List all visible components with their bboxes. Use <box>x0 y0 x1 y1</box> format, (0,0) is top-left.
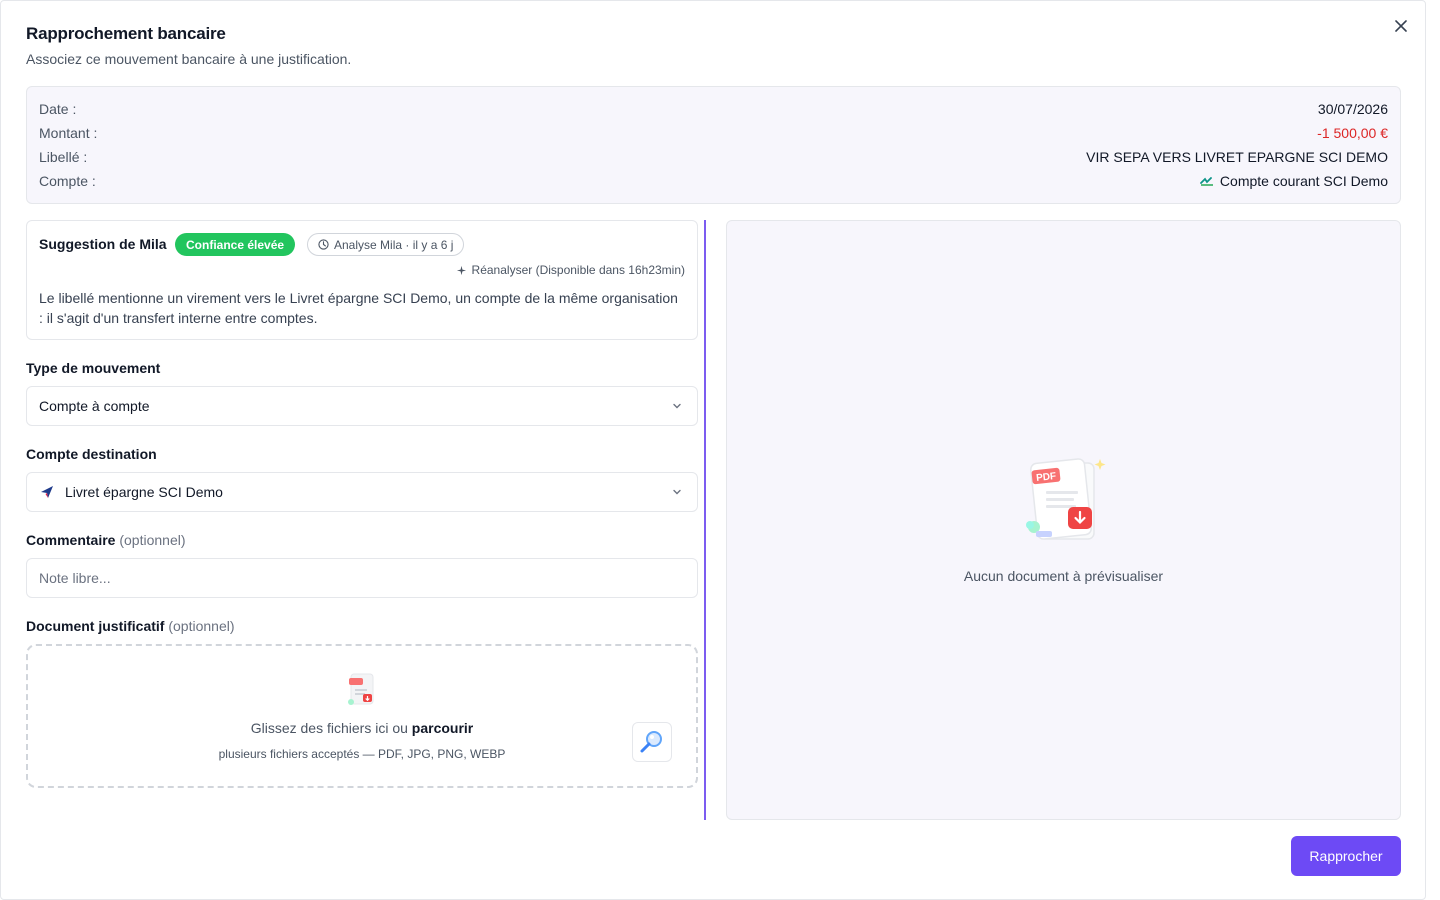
summary-value-amount: -1 500,00 € <box>1317 125 1388 141</box>
reanalyse-label: Réanalyser (Disponible dans 16h23min) <box>471 263 685 277</box>
search-document-button[interactable] <box>632 722 672 762</box>
destination-account-value: Livret épargne SCI Demo <box>65 484 223 500</box>
summary-label: Compte : <box>39 173 96 189</box>
browse-link[interactable]: parcourir <box>412 720 473 736</box>
svg-text:PDF: PDF <box>1036 471 1057 484</box>
pdf-document-icon <box>348 673 374 705</box>
summary-value-label: VIR SEPA VERS LIVRET EPARGNE SCI DEMO <box>1086 149 1388 165</box>
clock-icon <box>318 239 329 250</box>
confidence-badge: Confiance élevée <box>175 233 296 256</box>
accepted-formats: plusieurs fichiers acceptés — PDF, JPG, … <box>218 747 506 761</box>
reanalyse-button[interactable]: Réanalyser (Disponible dans 16h23min) <box>456 263 685 277</box>
comment-label-text: Commentaire <box>26 532 116 548</box>
ai-suggestion-card: Suggestion de Mila Confiance élevée Anal… <box>26 220 698 340</box>
comment-label: Commentaire (optionnel) <box>26 532 186 548</box>
summary-value-account: Compte courant SCI Demo <box>1219 173 1388 189</box>
summary-value-date: 30/07/2026 <box>1317 101 1388 117</box>
comment-input[interactable] <box>26 558 698 598</box>
summary-row-label: Libellé : VIR SEPA VERS LIVRET EPARGNE S… <box>39 147 1388 167</box>
magnifier-icon <box>640 731 662 753</box>
preview-empty-text: Aucun document à prévisualiser <box>963 568 1164 584</box>
close-icon <box>1395 20 1407 32</box>
suggestion-title: Suggestion de Mila <box>39 236 167 252</box>
bank-logo-icon <box>1200 177 1213 186</box>
summary-value-account-wrap: Compte courant SCI Demo <box>1200 173 1388 189</box>
destination-bank-logo-icon <box>41 486 53 498</box>
document-label: Document justificatif (optionnel) <box>26 618 235 634</box>
analysis-badge-text: Analyse Mila · il y a 6 j <box>334 237 454 252</box>
chevron-down-icon <box>673 403 681 409</box>
summary-row-amount: Montant : -1 500,00 € <box>39 123 1388 143</box>
summary-row-date: Date : 30/07/2026 <box>39 99 1388 119</box>
transaction-summary: Date : 30/07/2026 Montant : -1 500,00 € … <box>26 86 1401 204</box>
pdf-document-icon: PDF <box>1026 458 1106 540</box>
dropzone-instruction: Glissez des fichiers ici ou <box>250 720 408 736</box>
movement-type-value: Compte à compte <box>39 398 150 414</box>
document-label-text: Document justificatif <box>26 618 165 634</box>
suggestion-text: Le libellé mentionne un virement vers le… <box>39 290 678 326</box>
document-optional: (optionnel) <box>168 618 235 634</box>
reconcile-button[interactable]: Rapprocher <box>1291 836 1401 876</box>
summary-label: Libellé : <box>39 149 88 165</box>
dropzone-text: Glissez des fichiers ici ou parcourir <box>28 720 696 736</box>
movement-type-label: Type de mouvement <box>26 360 161 376</box>
summary-label: Date : <box>39 101 77 117</box>
panel-divider[interactable] <box>704 220 706 820</box>
close-button[interactable] <box>1391 16 1411 36</box>
dialog-subtitle: Associez ce mouvement bancaire à une jus… <box>26 51 352 67</box>
summary-row-account: Compte : Compte courant SCI Demo <box>39 171 1388 191</box>
document-preview-panel: PDF Aucun document à prévisualiser <box>726 220 1401 820</box>
sparkle-icon <box>456 265 466 275</box>
analysis-badge: Analyse Mila · il y a 6 j <box>307 233 465 256</box>
destination-account-select[interactable]: Livret épargne SCI Demo <box>26 472 698 512</box>
destination-account-label: Compte destination <box>26 446 157 462</box>
movement-type-select[interactable]: Compte à compte <box>26 386 698 426</box>
chevron-down-icon <box>673 489 681 495</box>
comment-optional: (optionnel) <box>119 532 186 548</box>
file-dropzone[interactable]: Glissez des fichiers ici ou parcourir pl… <box>26 644 698 788</box>
summary-label: Montant : <box>39 125 98 141</box>
reconciliation-dialog: Rapprochement bancaire Associez ce mouve… <box>0 0 1426 900</box>
dialog-title: Rapprochement bancaire <box>26 24 226 43</box>
